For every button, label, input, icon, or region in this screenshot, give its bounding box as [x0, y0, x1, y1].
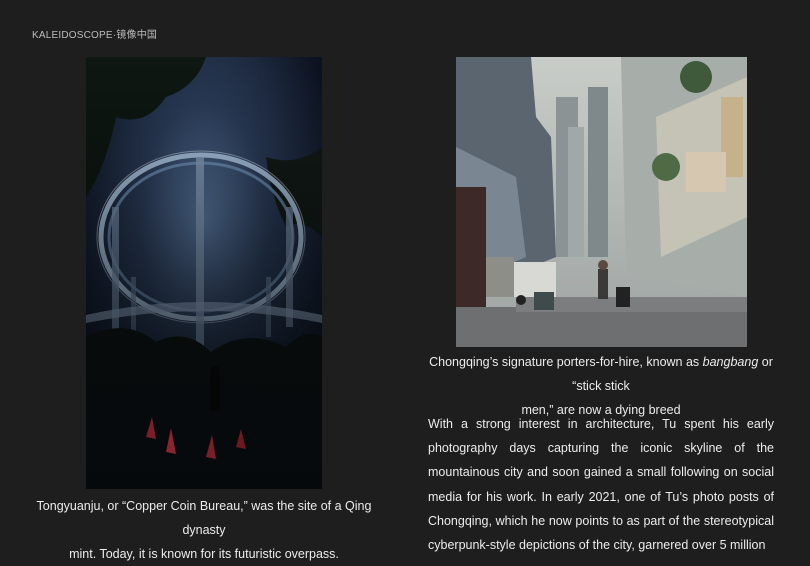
caption-text-start: Chongqing’s signature porters-for-hire, …: [429, 355, 703, 369]
left-photo-caption: Tongyuanju, or “Copper Coin Bureau,” was…: [30, 494, 378, 566]
article-paragraph: With a strong interest in architecture, …: [428, 417, 774, 553]
caption-emphasis: bangbang: [702, 355, 759, 369]
publication-header: KALEIDOSCOPE·镜像中国: [32, 30, 158, 41]
right-caption-line-1: Chongqing’s signature porters-for-hire, …: [418, 350, 784, 398]
chongqing-street-photo: [456, 57, 747, 347]
left-caption-line-2: mint. Today, it is known for its futuris…: [69, 547, 339, 561]
left-caption-line-1: Tongyuanju, or “Copper Coin Bureau,” was…: [36, 499, 372, 537]
overpass-night-photo: [86, 57, 322, 489]
